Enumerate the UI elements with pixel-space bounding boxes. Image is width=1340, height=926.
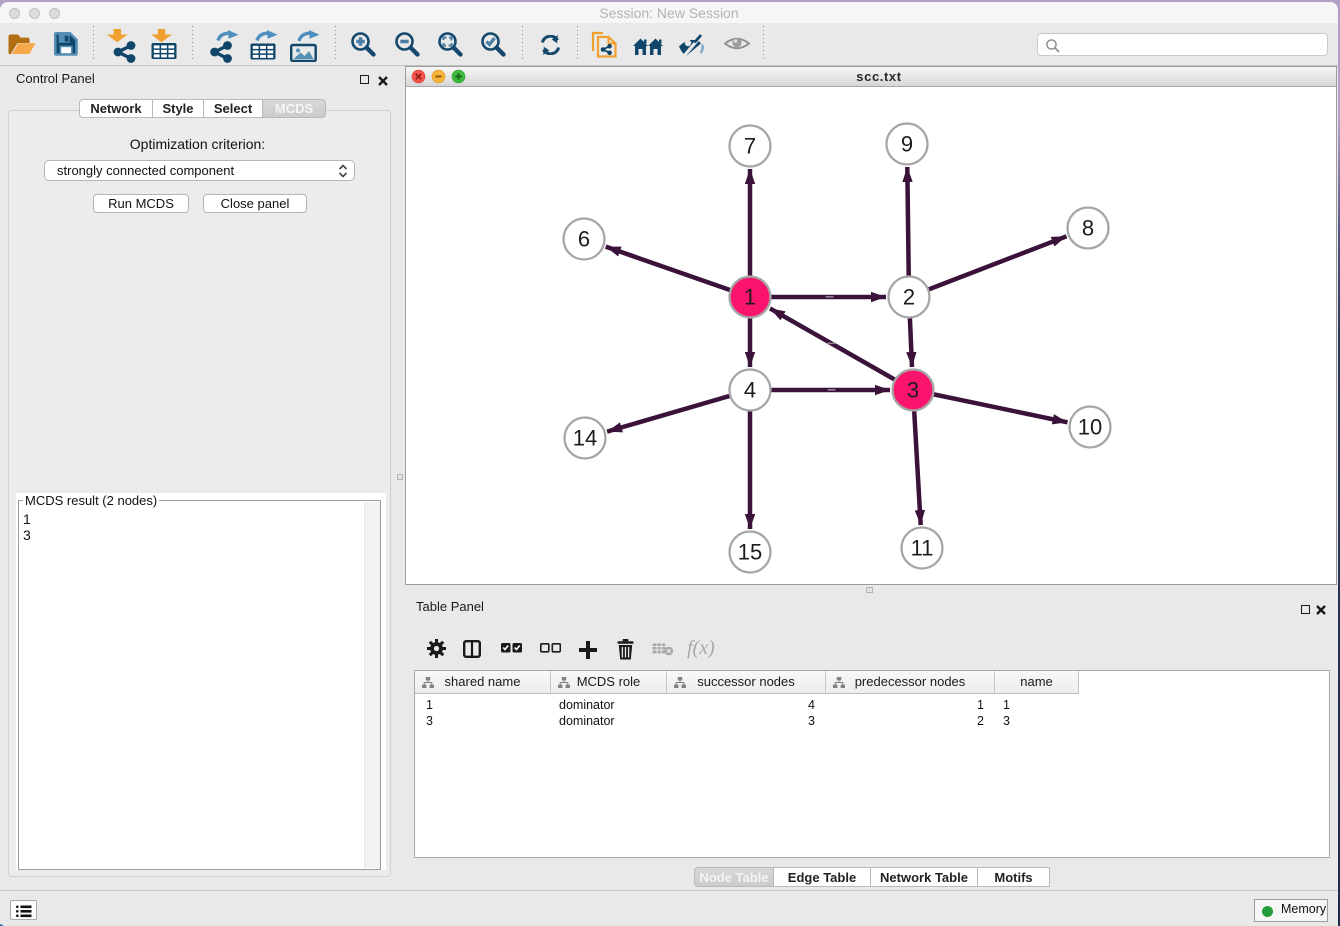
svg-text:1: 1 <box>744 285 756 310</box>
svg-text:3: 3 <box>907 378 919 403</box>
svg-text:8: 8 <box>1082 216 1094 241</box>
svg-text:2: 2 <box>903 285 915 310</box>
svg-text:15: 15 <box>738 540 762 565</box>
svg-text:4: 4 <box>744 378 756 403</box>
svg-text:9: 9 <box>901 132 913 157</box>
svg-text:7: 7 <box>744 134 756 159</box>
svg-text:10: 10 <box>1078 415 1102 440</box>
svg-text:11: 11 <box>911 536 934 561</box>
svg-text:6: 6 <box>578 227 590 252</box>
svg-text:14: 14 <box>573 426 597 451</box>
